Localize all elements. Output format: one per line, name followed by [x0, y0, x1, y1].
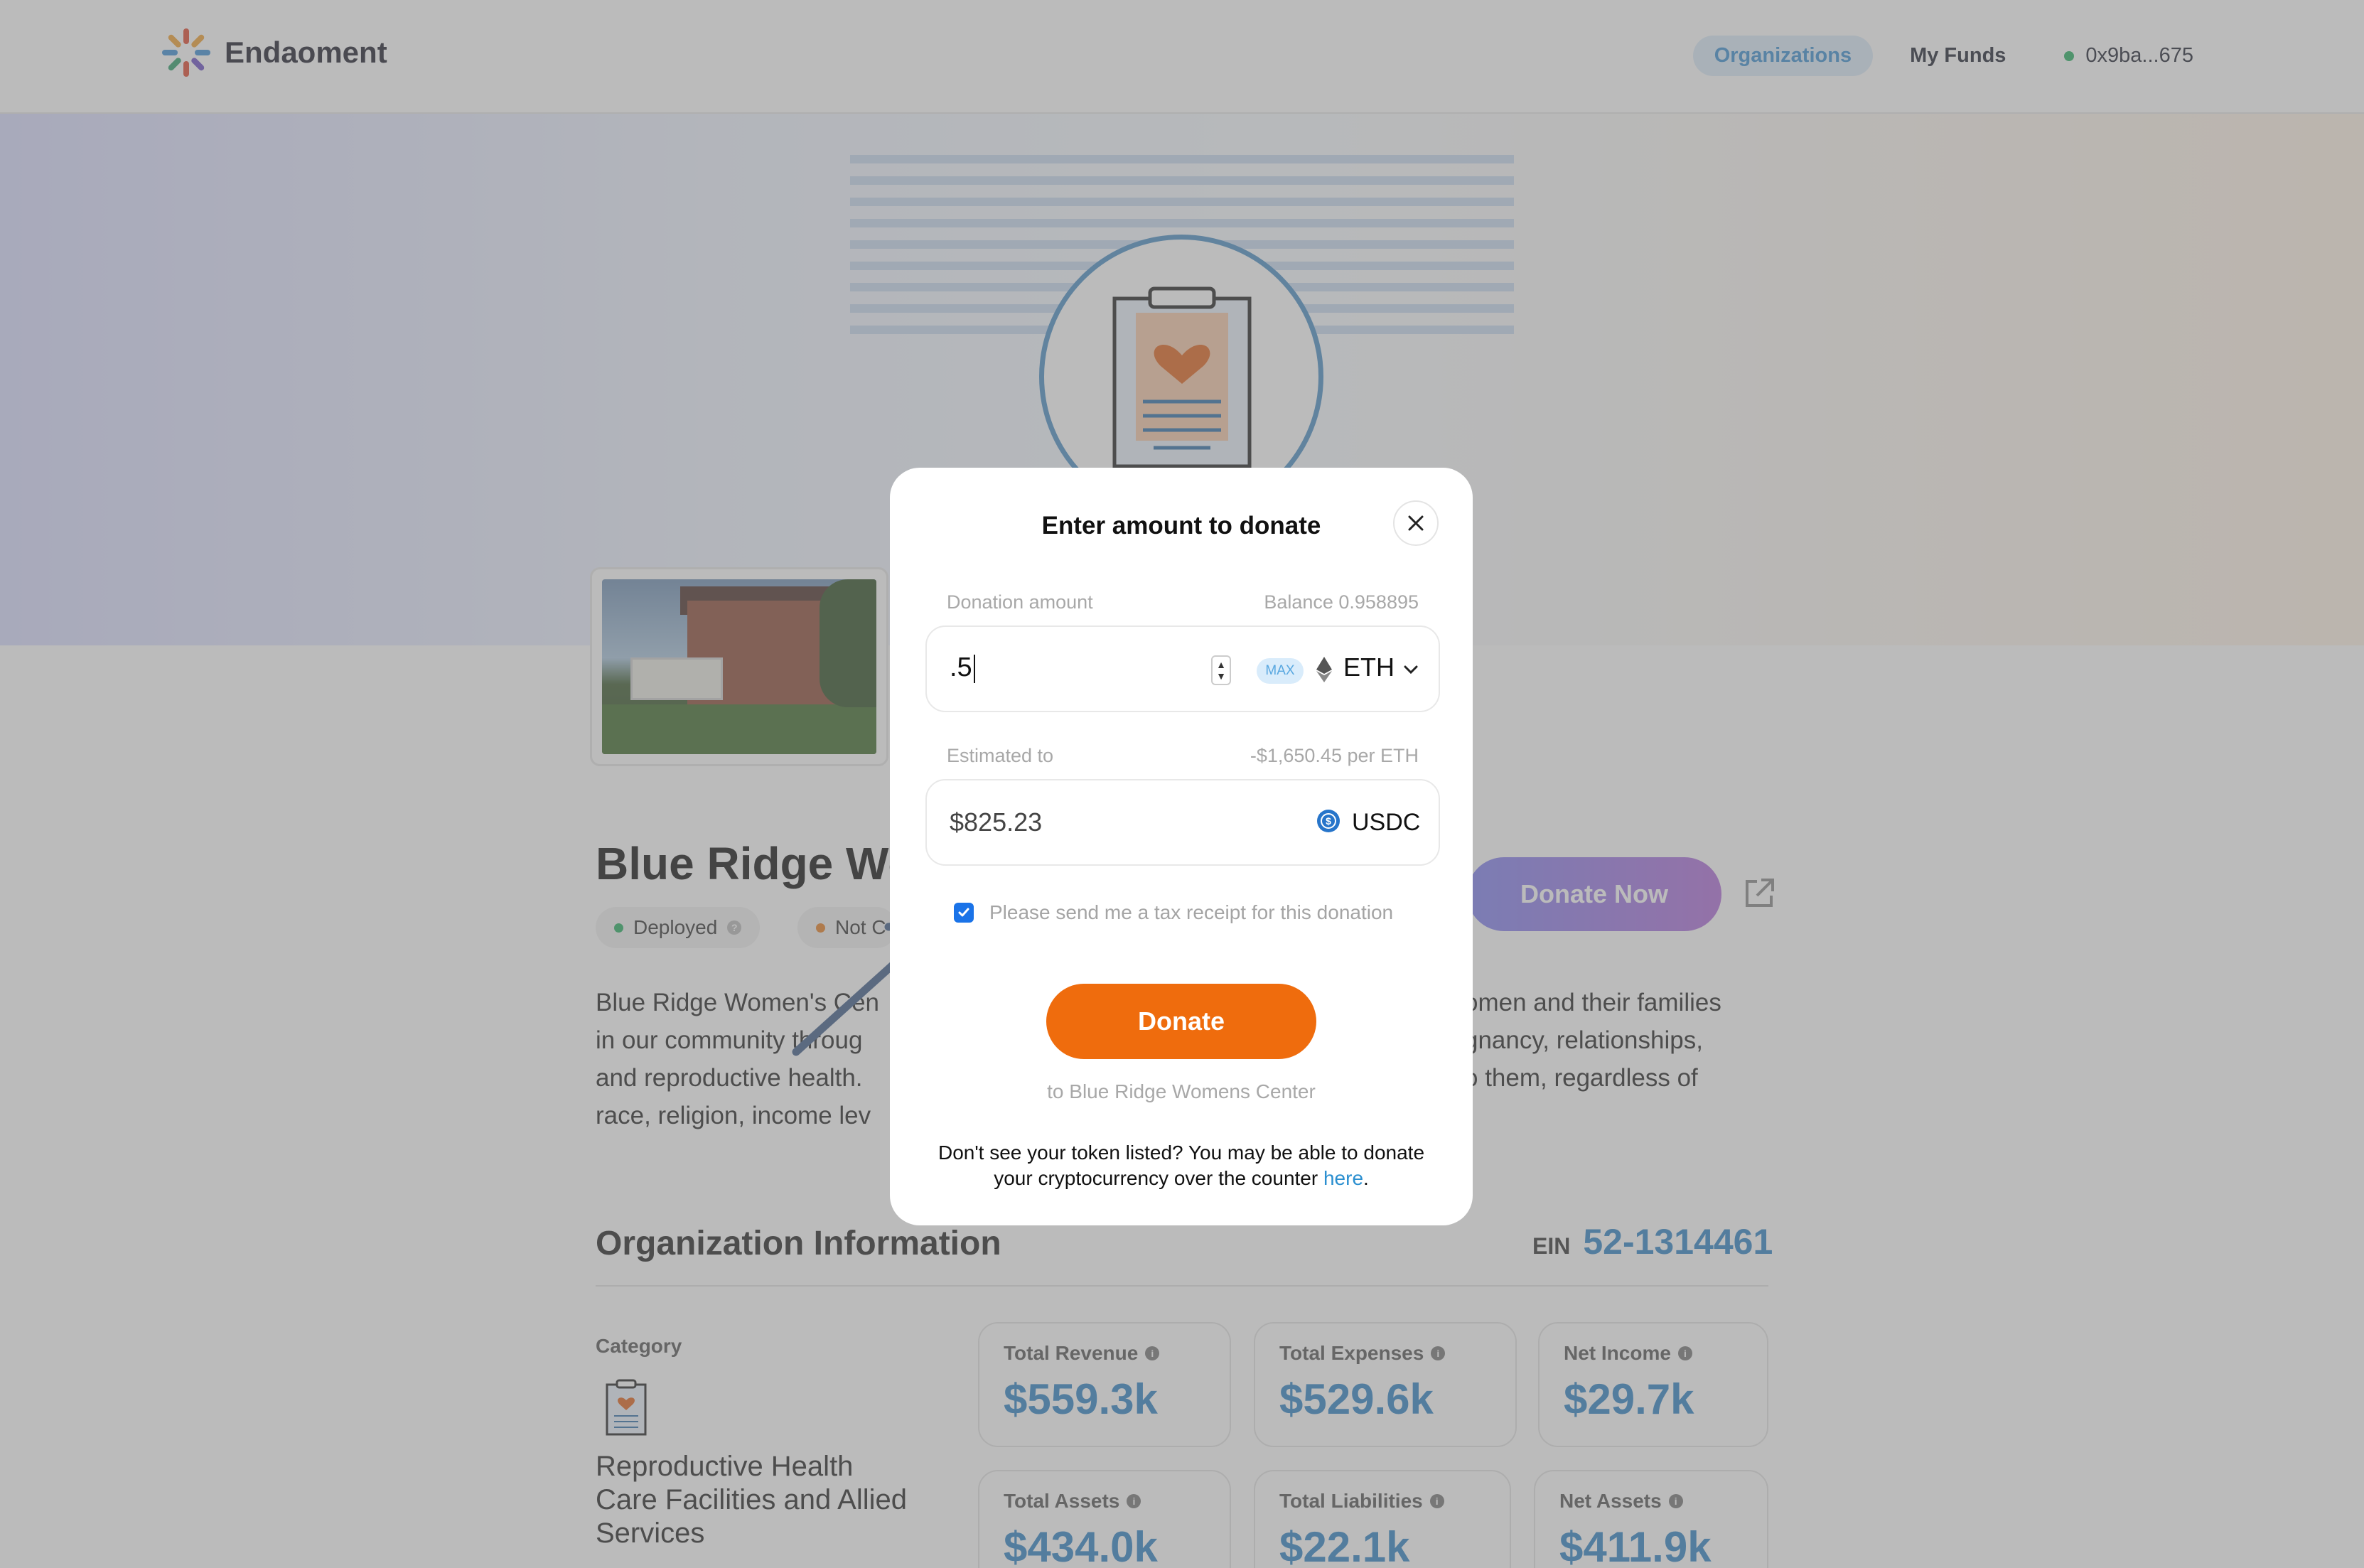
token-selector[interactable]: ETH [1343, 653, 1395, 682]
svg-text:$: $ [1326, 815, 1331, 827]
otc-here-link[interactable]: here [1323, 1167, 1363, 1189]
close-icon [1408, 515, 1424, 531]
eth-icon [1316, 657, 1332, 682]
stepper-up-icon[interactable]: ▲ [1216, 659, 1226, 670]
amount-value: .5 [950, 653, 972, 682]
close-button[interactable] [1393, 500, 1439, 546]
text-caret [973, 654, 975, 683]
tax-receipt-label[interactable]: Please send me a tax receipt for this do… [989, 901, 1393, 924]
donation-amount-label: Donation amount [947, 591, 1093, 613]
max-button[interactable]: MAX [1257, 658, 1304, 684]
otc-note-end: . [1363, 1167, 1369, 1189]
donation-amount-label-row: Donation amount Balance 0.958895 [947, 591, 1419, 613]
page: Endaoment Organizations My Funds 0x9ba..… [0, 0, 2364, 1568]
chevron-down-icon[interactable] [1403, 662, 1419, 677]
tax-receipt-checkbox[interactable] [954, 903, 974, 923]
rate-label: -$1,650.45 per ETH [1250, 745, 1419, 766]
usdc-icon: $ [1317, 810, 1340, 832]
modal-title: Enter amount to donate [1041, 512, 1321, 539]
estimated-label: Estimated to [947, 745, 1054, 766]
donate-modal: Enter amount to donate Donation amount B… [890, 468, 1473, 1225]
otc-note: Don't see your token listed? You may be … [933, 1140, 1430, 1191]
donate-button[interactable]: Donate [1046, 984, 1316, 1059]
estimated-token: USDC [1352, 809, 1421, 836]
estimated-field: $825.23 $ USDC [925, 779, 1440, 866]
checkmark-icon [958, 908, 969, 917]
balance-label: Balance 0.958895 [1264, 591, 1419, 613]
stepper-down-icon[interactable]: ▼ [1216, 670, 1226, 682]
amount-stepper[interactable]: ▲ ▼ [1211, 655, 1231, 685]
estimated-value: $825.23 [950, 807, 1043, 837]
donate-recipient: to Blue Ridge Womens Center [1047, 1080, 1316, 1102]
donation-amount-input[interactable]: .5 [950, 653, 975, 683]
donation-amount-field[interactable]: .5 ▲ ▼ MAX ETH [925, 625, 1440, 712]
estimated-label-row: Estimated to -$1,650.45 per ETH [947, 745, 1419, 767]
